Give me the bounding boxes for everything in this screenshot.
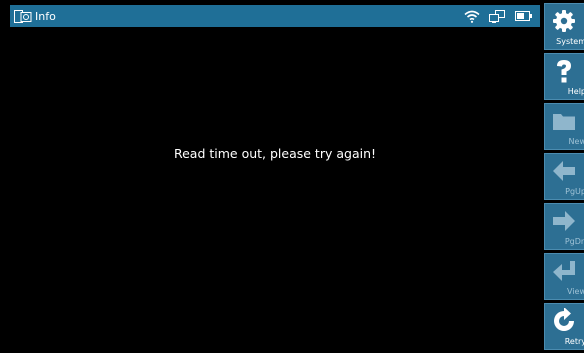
view-button[interactable]: View (544, 253, 584, 300)
status-icons (464, 8, 532, 24)
pgdn-button-label: PgDn (564, 237, 584, 246)
retry-button-label: Retry (564, 337, 584, 346)
arrow-left-icon (551, 158, 577, 184)
pgdn-button[interactable]: PgDn (544, 203, 584, 250)
view-button-label: View (567, 287, 584, 296)
pgup-button[interactable]: PgUp (544, 153, 584, 200)
battery-icon (515, 11, 532, 21)
app-frame: Info Read time out, please try again! Sy… (0, 0, 584, 353)
help-button-label: Help (567, 87, 584, 96)
wifi-icon (464, 10, 480, 23)
title-bar: Info (10, 5, 540, 27)
new-button-label: New (568, 137, 584, 146)
gear-icon (551, 8, 577, 34)
content-area: Read time out, please try again! (10, 27, 540, 346)
info-window-icon (14, 9, 32, 23)
system-button-label: System (556, 37, 584, 46)
arrow-right-icon (551, 208, 577, 234)
help-button[interactable]: Help (544, 53, 584, 100)
window-title: Info (35, 9, 56, 23)
folder-icon (551, 108, 577, 134)
network-icon (489, 9, 506, 23)
return-icon (551, 258, 577, 284)
main-window: Info Read time out, please try again! (10, 5, 540, 346)
new-button[interactable]: New (544, 103, 584, 150)
error-message: Read time out, please try again! (173, 146, 377, 161)
retry-button[interactable]: Retry (544, 303, 584, 350)
side-toolbar: System Help New (544, 3, 584, 353)
retry-icon (551, 308, 577, 334)
system-button[interactable]: System (544, 3, 584, 50)
question-icon (551, 58, 577, 84)
pgup-button-label: PgUp (565, 187, 584, 196)
